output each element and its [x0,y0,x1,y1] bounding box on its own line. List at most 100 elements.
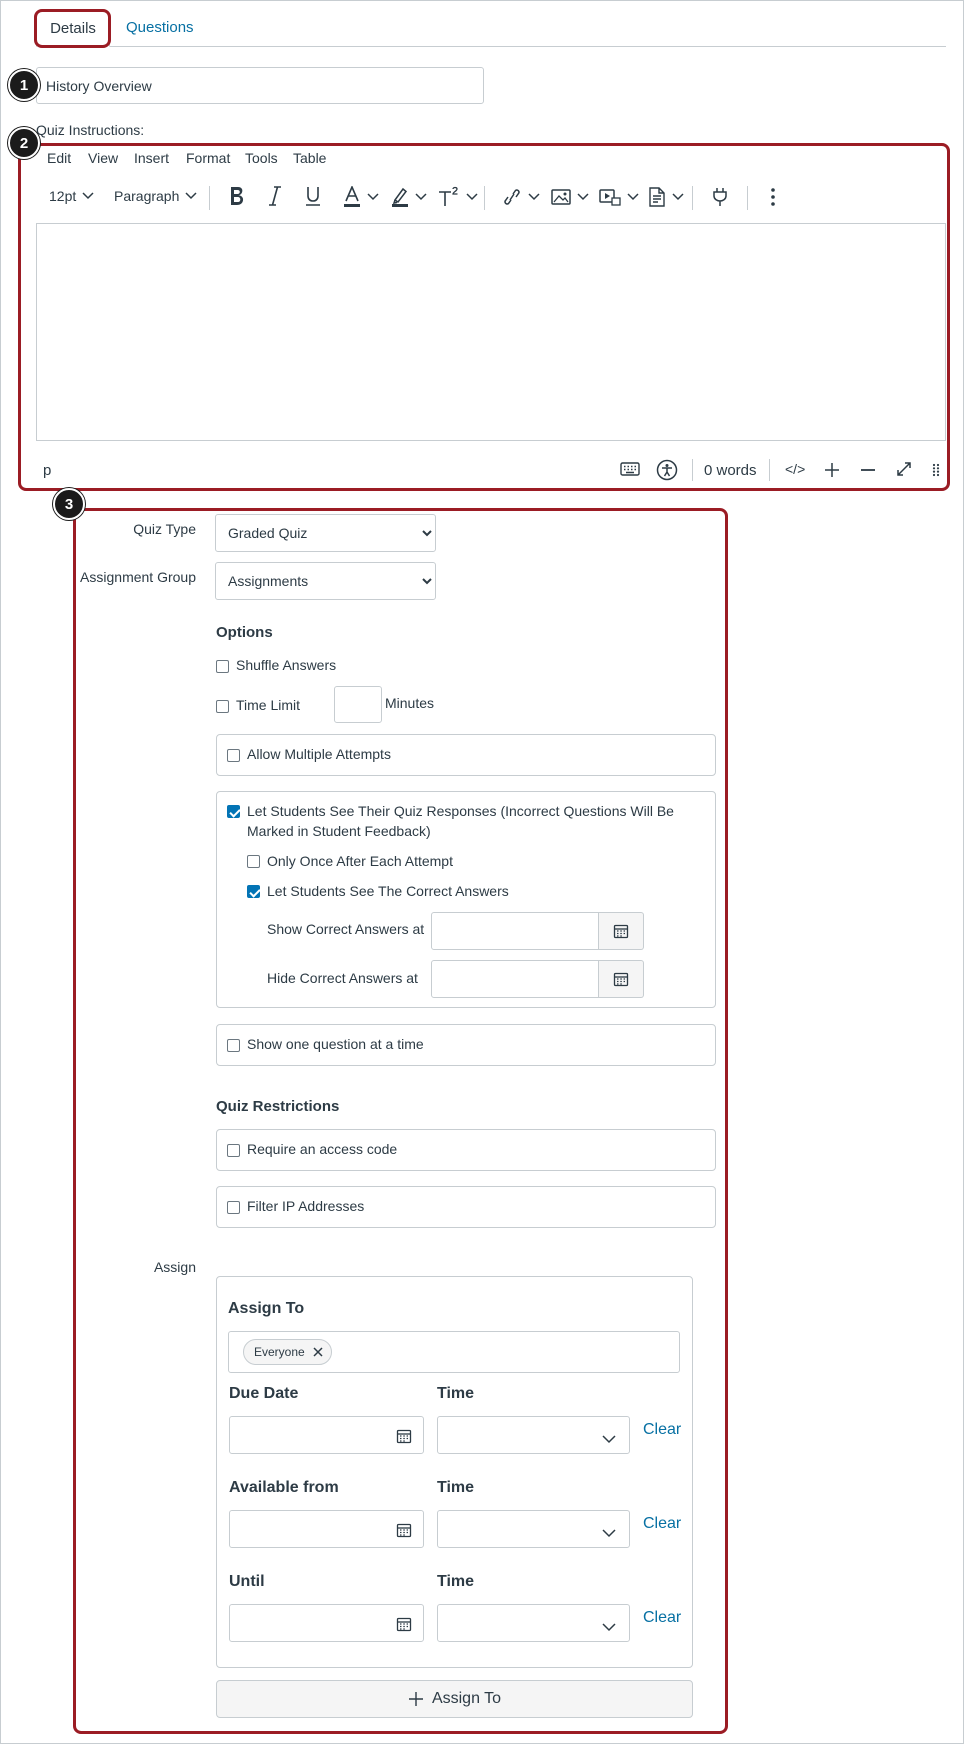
font-size-value: 12pt [49,188,77,204]
document-icon [649,187,665,207]
see-quiz-responses-label-line1: Let Students See Their Quiz Responses (I… [247,803,674,819]
see-quiz-responses-checkbox[interactable] [227,805,240,818]
allow-multiple-attempts-checkbox[interactable] [227,749,240,762]
options-heading: Options [216,624,273,641]
toolbar-separator [692,186,693,210]
time-limit-checkbox[interactable] [216,700,229,713]
highlight-color-button[interactable] [391,186,427,208]
menu-insert[interactable]: Insert [134,150,169,166]
media-icon [599,189,621,206]
underline-button[interactable] [305,186,321,206]
only-once-checkbox[interactable] [247,855,260,868]
show-correct-answers-at-label: Show Correct Answers at [267,921,425,937]
keyboard-shortcuts-button[interactable] [620,461,640,477]
until-clear-link[interactable]: Clear [643,1609,681,1627]
menu-view[interactable]: View [88,150,118,166]
available-from-calendar-icon[interactable] [396,1522,412,1543]
menu-table[interactable]: Table [293,150,326,166]
until-time-label: Time [437,1573,475,1590]
access-code-checkbox[interactable] [227,1144,240,1157]
assign-label: Assign [153,1259,196,1275]
media-button[interactable] [599,188,639,206]
everyone-chip[interactable]: Everyone [243,1339,332,1365]
see-correct-answers-label: Let Students See The Correct Answers [267,883,509,899]
tab-details[interactable]: Details [36,11,110,47]
decrease-editor-size-button[interactable] [860,462,876,478]
chevron-down-icon [672,193,684,201]
hide-correct-answers-date-input[interactable] [431,960,599,998]
close-icon[interactable] [313,1347,323,1357]
more-options-button[interactable] [771,188,775,206]
chevron-down-icon [82,192,94,200]
drag-handle-icon [932,463,940,477]
word-count: 0 words [704,462,757,479]
calendar-icon [613,924,629,939]
link-icon [504,189,520,205]
assignment-group-select[interactable]: Assignments [215,562,436,600]
until-date-input[interactable] [229,1604,424,1642]
callout-badge-2: 2 [8,127,40,159]
bold-button[interactable] [228,185,246,207]
quiz-instructions-label: Quiz Instructions: [36,122,145,138]
shuffle-answers-checkbox[interactable] [216,660,229,673]
status-separator [769,459,770,481]
image-icon [551,189,571,205]
see-quiz-responses-label-line2: Marked in Student Feedback) [247,823,431,839]
expand-icon [897,462,911,476]
due-date-clear-link[interactable]: Clear [643,1421,681,1439]
resize-handle[interactable] [932,463,940,477]
italic-button[interactable] [268,186,282,206]
superscript-button[interactable] [438,186,478,208]
accessibility-checker-button[interactable] [656,459,678,481]
available-from-clear-link[interactable]: Clear [643,1515,681,1533]
quiz-title-input[interactable] [36,67,484,104]
menu-tools[interactable]: Tools [245,150,278,166]
access-code-label: Require an access code [247,1141,398,1157]
status-separator [692,459,693,481]
only-once-label: Only Once After Each Attempt [267,853,453,869]
text-color-icon [344,186,360,207]
html-editor-toggle[interactable]: </> [785,461,805,477]
time-limit-minutes-input[interactable] [334,686,382,723]
available-time-label: Time [437,1479,475,1496]
due-date-calendar-icon[interactable] [396,1428,412,1449]
text-color-button[interactable] [343,186,379,208]
plus-icon [408,1692,423,1706]
chevron-down-icon [367,193,379,201]
due-date-label: Due Date [229,1385,299,1402]
minutes-label: Minutes [385,695,435,711]
menu-format[interactable]: Format [186,150,230,166]
font-size-dropdown[interactable]: 12pt [49,188,94,204]
toolbar-separator [747,186,748,210]
filter-ip-checkbox[interactable] [227,1201,240,1214]
add-assign-to-button[interactable]: Assign To [216,1680,693,1718]
image-button[interactable] [551,188,589,206]
tab-questions[interactable]: Questions [126,11,194,47]
until-calendar-icon[interactable] [396,1616,412,1637]
menu-edit[interactable]: Edit [47,150,71,166]
see-correct-answers-checkbox[interactable] [247,885,260,898]
quiz-type-label: Quiz Type [133,521,196,537]
show-correct-answers-date-input[interactable] [431,912,599,950]
quiz-type-select[interactable]: Graded Quiz [215,514,436,552]
link-button[interactable] [502,188,540,206]
add-assign-to-label: Assign To [431,1690,502,1707]
element-path: p [43,462,52,479]
shuffle-answers-label: Shuffle Answers [236,657,337,673]
document-button[interactable] [648,187,684,207]
due-date-input[interactable] [229,1416,424,1454]
rich-text-editor-area[interactable] [36,223,946,441]
apps-plugin-button[interactable] [711,187,729,207]
one-question-checkbox[interactable] [227,1039,240,1052]
increase-editor-size-button[interactable] [824,462,840,478]
calendar-icon [613,972,629,987]
show-correct-answers-calendar-button[interactable] [599,912,644,950]
callout-badge-1: 1 [8,69,40,101]
block-format-dropdown[interactable]: Paragraph [114,188,197,204]
chevron-down-icon [602,1525,616,1543]
hide-correct-answers-calendar-button[interactable] [599,960,644,998]
available-from-input[interactable] [229,1510,424,1548]
highlighter-icon [392,187,408,207]
fullscreen-button[interactable] [896,461,912,477]
toolbar-separator [484,186,485,210]
